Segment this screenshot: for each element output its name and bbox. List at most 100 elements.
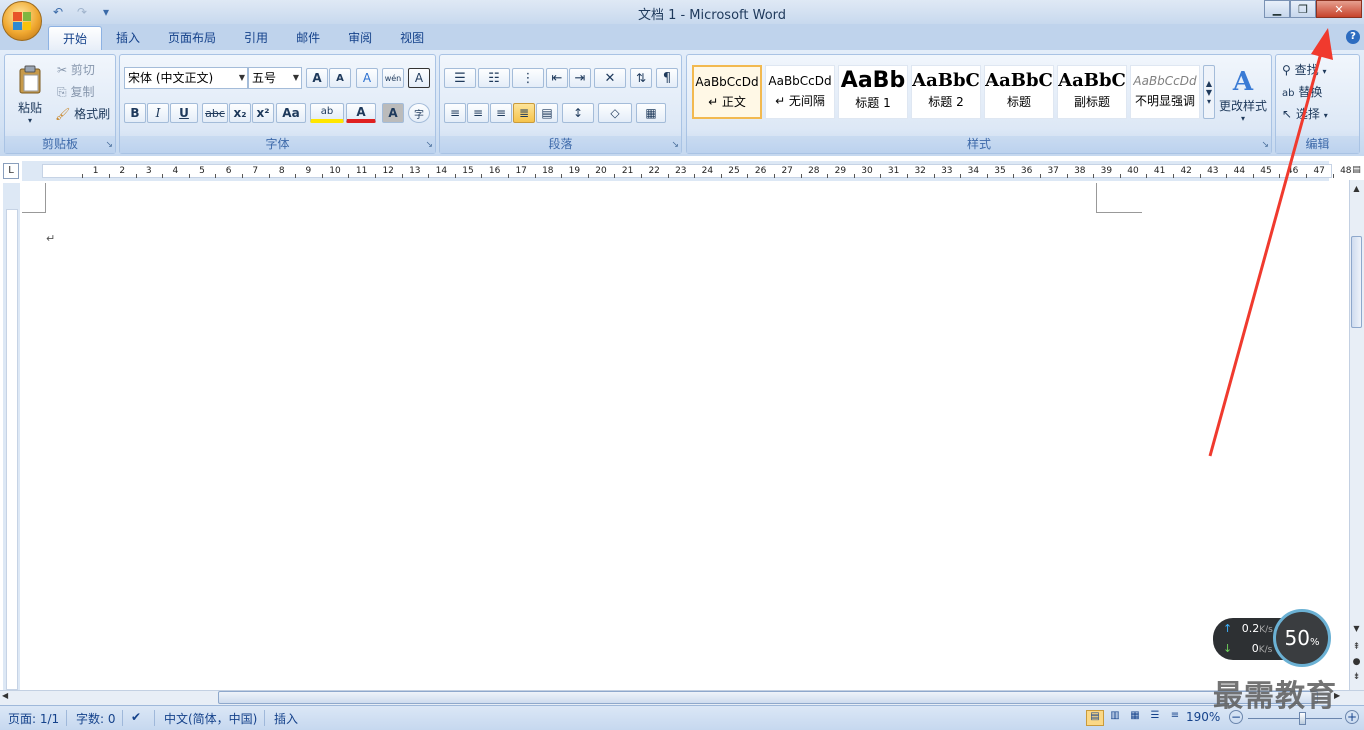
draft-icon[interactable]: ≡ (1166, 710, 1184, 726)
character-border-button[interactable]: A (408, 68, 430, 88)
ruler-tick (348, 174, 350, 178)
style-subtle-emphasis[interactable]: AaBbCcDd 不明显强调 (1130, 65, 1200, 119)
tab-mailings[interactable]: 邮件 (282, 26, 334, 50)
tab-references[interactable]: 引用 (230, 26, 282, 50)
tab-review[interactable]: 审阅 (334, 26, 386, 50)
font-color-button[interactable]: A (346, 103, 376, 123)
close-button[interactable]: ✕ (1316, 0, 1362, 18)
minimize-button[interactable]: ▁ (1264, 0, 1290, 18)
tab-insert[interactable]: 插入 (102, 26, 154, 50)
ruler-number: 2 (119, 166, 126, 176)
language-indicator[interactable]: 中文(简体，中国) (164, 710, 257, 727)
subscript-button[interactable]: x₂ (229, 103, 251, 123)
vertical-ruler[interactable] (3, 183, 20, 690)
style-heading-1[interactable]: AaBb 标题 1 (838, 65, 908, 119)
help-icon[interactable]: ? (1346, 30, 1360, 44)
window-controls: ▁ ❐ ✕ (1264, 0, 1362, 18)
ruler-number: 30 (861, 166, 873, 176)
style-name: 副标题 (1073, 95, 1110, 109)
justify-icon[interactable]: ≣ (513, 103, 535, 123)
memory-gauge[interactable]: 50% (1273, 609, 1331, 667)
ruler-number: 24 (701, 166, 714, 176)
shrink-font-button[interactable]: A (329, 68, 351, 88)
ruler-number: 20 (595, 166, 607, 176)
outline-icon[interactable]: ☰ (1146, 710, 1164, 726)
restore-button[interactable]: ❐ (1290, 0, 1316, 18)
tab-view[interactable]: 视图 (386, 26, 438, 50)
style-no-spacing[interactable]: AaBbCcDd ↵ 无间隔 (765, 65, 835, 119)
horizontal-scroll-thumb[interactable] (218, 691, 1318, 704)
decrease-indent-icon[interactable]: ⇤ (546, 68, 568, 88)
dialog-launcher-icon[interactable]: ↘ (105, 140, 113, 150)
shading-icon[interactable]: ◇ (598, 103, 632, 123)
style-title[interactable]: AaBbC 标题 (984, 65, 1054, 119)
line-spacing-icon[interactable]: ↕ (562, 103, 594, 123)
page-indicator[interactable]: 页面: 1/1 (8, 710, 59, 727)
grow-font-button[interactable]: A (306, 68, 328, 88)
zoom-in-icon[interactable]: + (1345, 710, 1359, 724)
tab-page-layout[interactable]: 页面布局 (154, 26, 230, 50)
print-layout-icon[interactable]: ▤ (1086, 710, 1104, 726)
view-ruler-icon[interactable]: ▤ (1351, 165, 1362, 179)
horizontal-ruler[interactable]: 1 2 3 4 5 6 7 8 9 10 11 12 13 14 15 16 17 18 19 20 21 22 23 24 2… (22, 161, 1352, 181)
scroll-down-icon[interactable]: ▼ (1351, 624, 1362, 634)
bold-button[interactable]: B (124, 103, 146, 123)
tab-selector-button[interactable]: L (3, 163, 19, 179)
cut-button[interactable]: ✂ 剪切 (57, 61, 95, 78)
insert-mode-indicator[interactable]: 插入 (274, 710, 298, 727)
distributed-icon[interactable]: ▤ (536, 103, 558, 123)
copy-button[interactable]: ⎘ 复制 (57, 83, 94, 100)
multilevel-list-icon[interactable]: ⋮ (512, 68, 544, 88)
increase-indent-icon[interactable]: ⇥ (569, 68, 591, 88)
scroll-up-icon[interactable]: ▲ (1351, 184, 1362, 194)
dialog-launcher-icon[interactable]: ↘ (671, 140, 679, 150)
vertical-scroll-thumb[interactable] (1351, 236, 1362, 328)
format-painter-label: 格式刷 (74, 107, 111, 121)
highlight-button[interactable]: ab (310, 103, 344, 123)
proofing-icon[interactable]: ✔ (131, 710, 141, 724)
full-screen-reading-icon[interactable]: ▥ (1106, 710, 1124, 726)
clear-format-button[interactable]: A (356, 68, 378, 88)
bullets-icon[interactable]: ☰ (444, 68, 476, 88)
sort-icon[interactable]: ⇅ (630, 68, 652, 88)
style-normal[interactable]: AaBbCcDd ↵ 正文 (692, 65, 762, 119)
show-marks-icon[interactable]: ¶ (656, 68, 678, 88)
scroll-left-icon[interactable]: ◀ (2, 691, 8, 700)
style-name: 标题 (1006, 95, 1031, 109)
style-heading-2[interactable]: AaBbC 标题 2 (911, 65, 981, 119)
document-page[interactable]: ↵ (22, 183, 1329, 690)
office-button[interactable] (2, 1, 42, 41)
align-center-icon[interactable]: ≡ (467, 103, 489, 123)
style-subtitle[interactable]: AaBbC 副标题 (1057, 65, 1127, 119)
font-family-select[interactable]: 宋体 (中文正文) ▼ (124, 67, 248, 89)
align-left-icon[interactable]: ≡ (444, 103, 466, 123)
tab-home[interactable]: 开始 (48, 26, 103, 50)
paste-button[interactable]: 粘贴 ▾ (9, 59, 51, 131)
ruler-tick (268, 174, 270, 178)
tab-row: 开始 插入 页面布局 引用 邮件 审阅 视图 (48, 26, 438, 50)
italic-button[interactable]: I (147, 103, 169, 123)
enclose-characters-button[interactable]: 字 (408, 103, 430, 123)
strikethrough-button[interactable]: abc (202, 103, 228, 123)
underline-button[interactable]: U (170, 103, 198, 123)
ruler-tick (773, 174, 775, 178)
font-size-select[interactable]: 五号 ▼ (248, 67, 302, 89)
borders-icon[interactable]: ▦ (636, 103, 666, 123)
character-shading-button[interactable]: A (382, 103, 404, 123)
ruler-tick (162, 174, 164, 178)
dialog-launcher-icon[interactable]: ↘ (425, 140, 433, 150)
align-right-icon[interactable]: ≡ (490, 103, 512, 123)
chinese-layout-icon[interactable]: ✕ (594, 68, 626, 88)
ruler-tick (614, 174, 616, 178)
web-layout-icon[interactable]: ▦ (1126, 710, 1144, 726)
ruler-number: 6 (225, 166, 232, 176)
numbering-icon[interactable]: ☷ (478, 68, 510, 88)
format-painter-button[interactable]: 🖌 格式刷 (55, 105, 110, 122)
style-name: ↵ 无间隔 (775, 94, 825, 108)
superscript-button[interactable]: x² (252, 103, 274, 123)
word-count[interactable]: 字数: 0 (76, 710, 116, 727)
phonetic-guide-button[interactable]: wén (382, 68, 404, 88)
zoom-slider-track[interactable] (1248, 718, 1342, 719)
browse-object-icon[interactable]: ⇞ ● ⇟ (1351, 640, 1362, 686)
change-case-button[interactable]: Aa (276, 103, 306, 123)
